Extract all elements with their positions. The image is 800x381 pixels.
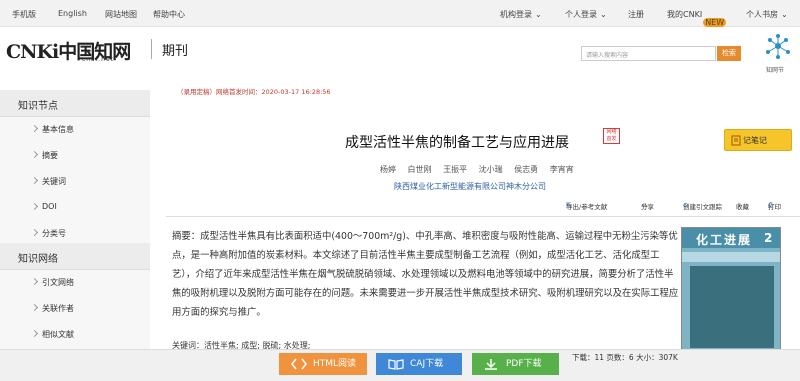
help-link[interactable]: 帮助中心	[153, 9, 185, 20]
download-stats: 下载：11 页数：6 大小：307K	[572, 353, 678, 362]
sidebar-item-abstract[interactable]: 摘要	[0, 143, 150, 169]
sidebar-item-label: 基本信息	[42, 125, 74, 134]
take-note-button[interactable]: 记笔记	[724, 129, 792, 151]
org-login-menu[interactable]: 机构登录 ⌄	[500, 9, 542, 20]
sidebar-item-label: 关联作者	[42, 304, 74, 313]
sidebar-item-label: 相似文献	[42, 330, 74, 339]
export-citation-label: 导出/参考文献	[566, 203, 608, 211]
take-note-label: 记笔记	[743, 136, 767, 145]
author-link[interactable]: 王振平	[443, 165, 467, 174]
share-label: 分享	[641, 203, 654, 211]
sidebar-item-label: 分类号	[42, 229, 66, 238]
chevron-right-icon	[30, 228, 39, 237]
sidebar-item-citation-network[interactable]: 引文网络	[0, 270, 150, 296]
cover-stripe	[682, 252, 780, 262]
favorite-label: 收藏	[736, 203, 749, 211]
search-button[interactable]: 检索	[717, 46, 741, 61]
author-link[interactable]: 白世刚	[408, 165, 432, 174]
author-link[interactable]: 杨婷	[380, 165, 396, 174]
register-link[interactable]: 注册	[628, 9, 644, 20]
sidebar-item-related-authors[interactable]: 关联作者	[0, 296, 150, 322]
author-link[interactable]: 侯志勇	[514, 165, 538, 174]
chevron-right-icon	[30, 329, 39, 338]
abstract-text: 摘要：成型活性半焦具有比表面积适中(400～700m²/g)、中孔率高、堆积密度…	[172, 231, 679, 318]
sidebar-section-knowledge-node: 知识节点	[0, 90, 150, 117]
print-label: 打印	[768, 203, 781, 211]
chevron-right-icon	[30, 303, 39, 312]
article-toolbar: ⇱ 导出/参考文献 ⋖ 分享 ⌄ ⊙ 创建引文跟踪 ☆ 收藏 ⎙ 打印	[566, 201, 800, 213]
knowledge-node-label: 知网节	[766, 67, 785, 74]
author-link[interactable]: 沈小瑞	[479, 165, 503, 174]
note-icon	[731, 135, 741, 146]
top-nav-bar: 手机版 English 网站地图 帮助中心 机构登录 ⌄ 个人登录 ⌄ 注册 我的C…	[0, 0, 800, 27]
chevron-right-icon	[30, 176, 39, 185]
code-icon	[291, 358, 307, 370]
chevron-right-icon	[30, 150, 39, 159]
pdf-download-label: PDF下载	[506, 359, 542, 369]
sidebar-item-label: 关键词	[42, 177, 66, 186]
personal-login-menu[interactable]: 个人登录 ⌄	[565, 9, 607, 20]
author-list: 杨婷 白世刚 王振平 沈小瑞 侯志勇 李宵宵	[380, 164, 583, 175]
sidebar-item-keywords[interactable]: 关键词	[0, 169, 150, 195]
personal-login-label: 个人登录	[565, 10, 597, 19]
sidebar-item-label: 摘要	[42, 151, 58, 160]
share-button[interactable]: ⋖ 分享 ⌄	[641, 201, 654, 211]
logo-subtext: cnki.net	[82, 56, 114, 63]
sidebar-section-knowledge-network: 知识网络	[0, 243, 150, 270]
section-title: 期刊	[162, 44, 189, 59]
caj-download-button[interactable]: CAJ下载	[376, 353, 462, 375]
article-title: 成型活性半焦的制备工艺与应用进展	[345, 135, 569, 151]
header: CNKi中国知网 cnki.net 期刊 请输入搜索内容 检索 知网节	[0, 27, 800, 82]
chevron-down-icon: ⌄	[600, 10, 607, 19]
sidebar-item-similar-literature[interactable]: 相似文献	[0, 322, 150, 348]
org-login-label: 机构登录	[500, 10, 532, 19]
sidebar-item-doi[interactable]: DOI	[0, 195, 150, 221]
sidebar-item-basic-info[interactable]: 基本信息	[0, 117, 150, 143]
cnki-logo[interactable]: CNKi中国知网 cnki.net	[6, 37, 146, 67]
online-first-badge: 网络首发	[603, 128, 620, 144]
caj-download-label: CAJ下载	[410, 359, 444, 369]
cover-photo	[690, 266, 774, 348]
logo-divider	[151, 39, 152, 59]
new-badge: NEW	[703, 18, 727, 27]
html-read-button[interactable]: HTML阅读	[279, 353, 367, 375]
chevron-down-icon: ⌄	[535, 10, 542, 19]
my-cnki-link[interactable]: 我的CNKI NEW	[667, 9, 727, 27]
pdf-download-button[interactable]: PDF下载	[472, 353, 559, 375]
publish-notice: （录用定稿）网络首发时间：2020-03-17 16:28:56	[177, 88, 331, 96]
download-icon	[485, 359, 497, 370]
mobile-link[interactable]: 手机版	[12, 9, 36, 20]
journal-cover-image[interactable]: 化工进展 2	[681, 227, 781, 355]
chevron-down-icon: ⌄	[781, 10, 788, 19]
chevron-right-icon	[30, 202, 39, 211]
personal-library-label: 个人书房	[746, 10, 778, 19]
citation-track-label: 创建引文跟踪	[683, 203, 722, 211]
organization-link[interactable]: 陕西煤业化工新型能源有限公司神木分公司	[394, 181, 546, 192]
sitemap-link[interactable]: 网站地图	[105, 9, 137, 20]
sidebar-item-label: DOI	[42, 202, 57, 211]
author-link[interactable]: 李宵宵	[550, 165, 574, 174]
my-cnki-label: 我的CNKI	[667, 10, 703, 19]
sidebar: 知识节点 基本信息 摘要 关键词 DOI 分类号 知识网络 引文网络 关联作者 …	[0, 90, 150, 381]
html-read-label: HTML阅读	[313, 359, 357, 369]
sidebar-item-label: 引文网络	[42, 278, 74, 287]
cover-title: 化工进展	[696, 233, 753, 247]
book-icon	[388, 359, 404, 370]
chevron-right-icon	[30, 277, 39, 286]
content-divider	[166, 216, 800, 217]
personal-library-menu[interactable]: 个人书房 ⌄	[746, 9, 788, 20]
english-link[interactable]: English	[58, 9, 87, 18]
cover-issue: 2	[764, 231, 773, 245]
search-input[interactable]: 请输入搜索内容	[581, 46, 716, 61]
chevron-right-icon	[30, 124, 39, 133]
